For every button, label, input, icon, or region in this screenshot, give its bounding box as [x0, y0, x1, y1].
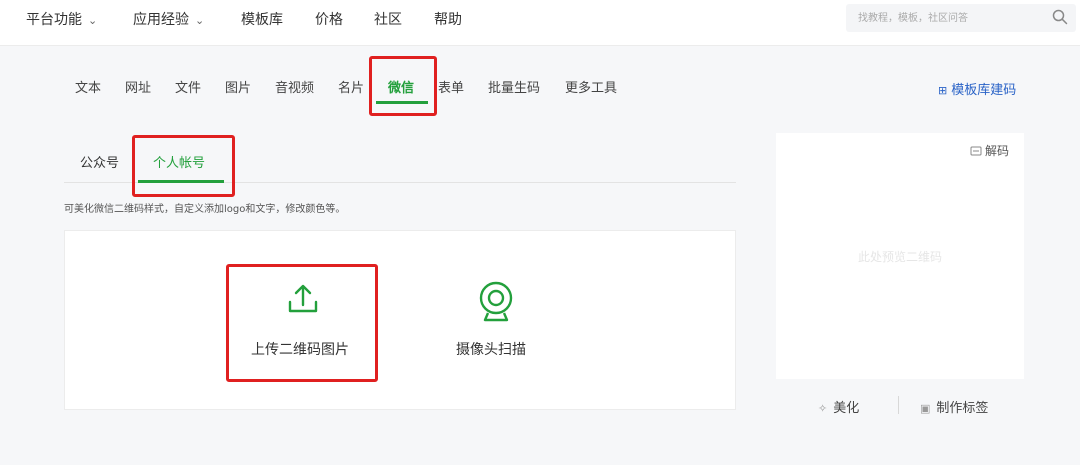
highlight-personal-account-tab: [132, 135, 235, 197]
tool-tab-form[interactable]: 表单: [438, 78, 464, 100]
make-label-text: 制作标签: [936, 401, 989, 416]
decode-button[interactable]: 解码: [970, 142, 1009, 160]
nav-platform-label: 平台功能: [26, 12, 82, 28]
nav-help-link[interactable]: 帮助: [434, 0, 462, 40]
preview-placeholder: 此处预览二维码: [857, 250, 942, 264]
camera-icon: [478, 280, 514, 326]
decode-icon: [970, 145, 982, 160]
tool-tab-file[interactable]: 文件: [175, 78, 201, 100]
make-label-button[interactable]: ▣ 制作标签: [920, 397, 988, 416]
highlight-wechat-tab: [369, 56, 437, 116]
search-box: [846, 4, 1076, 32]
nav-community-link[interactable]: 社区: [374, 0, 402, 40]
camera-scan-option[interactable]: 摄像头扫描: [450, 270, 546, 370]
hint-text: 可美化微信二维码样式，自定义添加logo和文字，修改颜色等。: [64, 204, 346, 215]
beautify-label: 美化: [833, 401, 860, 416]
tool-tab-more-tools[interactable]: 更多工具: [565, 78, 617, 100]
tool-tab-business-card[interactable]: 名片: [338, 78, 364, 100]
grid-icon: ⊞: [938, 84, 948, 97]
highlight-upload-option: [226, 264, 378, 382]
decode-label: 解码: [985, 144, 1010, 158]
tool-tab-text[interactable]: 文本: [75, 78, 101, 100]
chevron-down-icon: ⌄: [195, 14, 205, 27]
upload-card: [64, 230, 736, 410]
tool-tab-batch[interactable]: 批量生码: [488, 78, 540, 100]
search-icon[interactable]: [1052, 9, 1068, 29]
sub-tab-official-account[interactable]: 公众号: [80, 153, 119, 175]
nav-experience-label: 应用经验: [133, 12, 189, 28]
sparkle-icon: ✧: [818, 402, 828, 415]
chevron-down-icon: ⌄: [88, 14, 98, 27]
tool-tab-image[interactable]: 图片: [225, 78, 251, 100]
label-icon: ▣: [920, 402, 931, 415]
nav-templates-link[interactable]: 模板库: [241, 0, 283, 40]
camera-scan-label: 摄像头扫描: [456, 342, 526, 358]
action-divider: [898, 396, 899, 414]
template-library-link[interactable]: ⊞ 模板库建码: [938, 79, 1016, 98]
nav-experience-menu[interactable]: 应用经验 ⌄: [133, 0, 204, 40]
tool-tab-url[interactable]: 网址: [125, 78, 151, 100]
template-link-label: 模板库建码: [951, 83, 1017, 98]
top-navigation: 平台功能 ⌄ 应用经验 ⌄ 模板库 价格 社区 帮助: [0, 0, 1080, 46]
search-input[interactable]: [858, 8, 1048, 28]
nav-platform-menu[interactable]: 平台功能 ⌄: [26, 0, 97, 40]
tool-tab-audio-video[interactable]: 音视频: [275, 78, 314, 100]
nav-pricing-link[interactable]: 价格: [315, 0, 343, 40]
beautify-button[interactable]: ✧ 美化: [818, 397, 859, 416]
